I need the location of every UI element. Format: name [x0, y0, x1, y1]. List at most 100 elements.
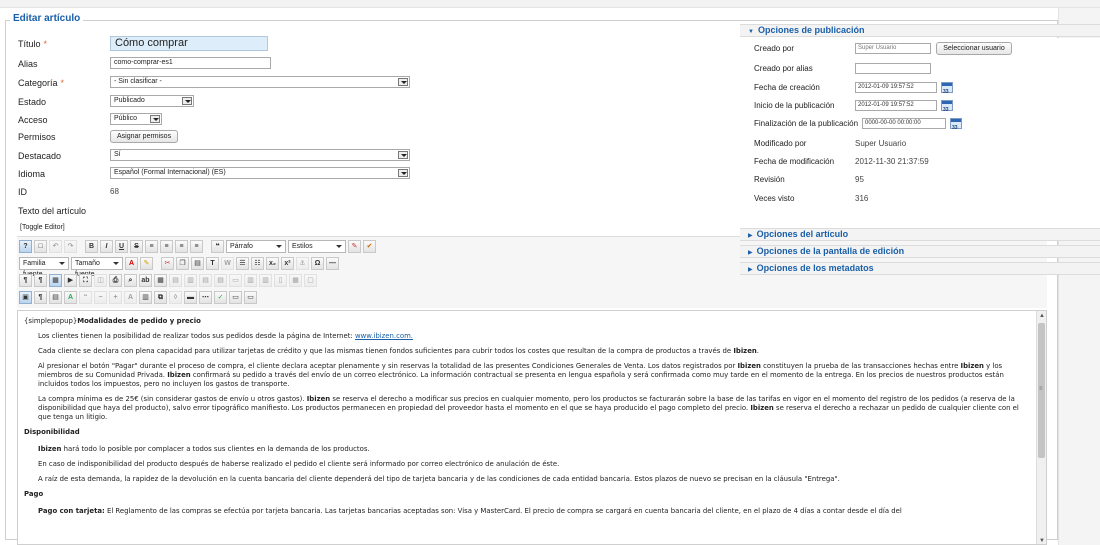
move-forward-icon[interactable]: ◊ — [169, 291, 182, 304]
numbered-list-icon[interactable]: ☷ — [251, 257, 264, 270]
insert-row-before-icon[interactable]: ▤ — [199, 274, 212, 287]
cleanup-icon[interactable]: ✔ — [363, 240, 376, 253]
media-icon[interactable]: ▶ — [64, 274, 77, 287]
bullet-list-icon[interactable]: ☰ — [236, 257, 249, 270]
delete-col-icon[interactable]: ▯ — [274, 274, 287, 287]
template-icon[interactable]: ▥ — [139, 291, 152, 304]
special-char-icon[interactable]: Ω — [311, 257, 324, 270]
redo-icon[interactable]: ↷ — [64, 240, 77, 253]
font-family-select[interactable]: Familia fuente — [19, 257, 69, 278]
undo-icon[interactable]: ↶ — [49, 240, 62, 253]
calendar-icon[interactable] — [941, 82, 953, 98]
print-icon[interactable]: ⎙ — [109, 274, 122, 287]
blockquote-icon[interactable]: ❝ — [211, 240, 224, 253]
fullscreen-icon[interactable]: ⛶ — [79, 274, 92, 287]
show-blocks-icon[interactable]: ¶ — [34, 291, 47, 304]
article-options-header[interactable]: ▶ Opciones del artículo — [740, 228, 1100, 241]
category-select[interactable]: - Sin clasificar - — [110, 76, 410, 88]
editor-scrollbar[interactable]: ▲ ≡ ▼ — [1036, 311, 1046, 544]
paste-word-icon[interactable]: W — [221, 257, 234, 270]
scroll-down-icon[interactable]: ▼ — [1037, 536, 1046, 544]
highlight-icon[interactable]: ✎ — [140, 257, 153, 270]
rtl-icon[interactable]: ¶ — [34, 274, 47, 287]
image-icon[interactable]: ▦ — [49, 274, 62, 287]
cite-icon[interactable]: “ — [79, 291, 92, 304]
table-cell-props-icon[interactable]: ▥ — [184, 274, 197, 287]
format-select[interactable]: Párrafo — [226, 240, 286, 253]
insert-table-icon[interactable]: ▦ — [154, 274, 167, 287]
subscript-icon[interactable]: x₂ — [266, 257, 279, 270]
visual-aid-icon[interactable]: ▣ — [19, 291, 32, 304]
title-input[interactable]: Cómo comprar — [110, 36, 268, 51]
access-select[interactable]: Público — [110, 113, 162, 125]
style-props-icon[interactable]: ▬ — [184, 291, 197, 304]
assign-permissions-button[interactable]: Asignar permisos — [110, 130, 179, 143]
metadata-options-header[interactable]: ▶ Opciones de los metadatos — [740, 262, 1100, 275]
select-user-button[interactable]: Seleccionar usuario — [936, 42, 1012, 55]
help-icon[interactable]: ? — [19, 240, 32, 253]
strikethrough-icon[interactable]: S — [130, 240, 143, 253]
calendar-icon[interactable] — [941, 100, 953, 116]
featured-select[interactable]: Sí — [110, 149, 410, 161]
website-link[interactable]: www.ibizen.com. — [355, 332, 413, 340]
created-date-input[interactable]: 2012-01-09 19:57:52 — [855, 82, 937, 93]
id-label: ID — [18, 187, 27, 197]
insert-col-after-icon[interactable]: ▥ — [259, 274, 272, 287]
bold-icon[interactable]: B — [85, 240, 98, 253]
clean-icon[interactable]: ✎ — [348, 240, 361, 253]
insert-row-after-icon[interactable]: ▤ — [214, 274, 227, 287]
font-size-select[interactable]: Tamaño fuente — [71, 257, 123, 278]
editor-content-area[interactable]: {simplepopup}Modalidades de pedido y pre… — [17, 310, 1047, 545]
align-left-icon[interactable]: ≡ — [145, 240, 158, 253]
attributes-icon[interactable]: A — [124, 291, 137, 304]
cut-icon[interactable]: ✂ — [161, 257, 174, 270]
code-view-icon[interactable]: ▭ — [244, 291, 257, 304]
horizontal-rule-icon[interactable]: — — [326, 257, 339, 270]
table-row-props-icon[interactable]: ▤ — [169, 274, 182, 287]
underline-icon[interactable]: U — [115, 240, 128, 253]
publish-down-input[interactable]: 0000-00-00 00:00:00 — [862, 118, 946, 129]
ins-icon[interactable]: + — [109, 291, 122, 304]
insert-col-before-icon[interactable]: ▥ — [244, 274, 257, 287]
italic-icon[interactable]: I — [100, 240, 113, 253]
delete-row-icon[interactable]: ▭ — [229, 274, 242, 287]
publication-options-header[interactable]: ▼ Opciones de publicación — [740, 24, 1100, 37]
split-cells-icon[interactable]: ▦ — [289, 274, 302, 287]
language-select[interactable]: Español (Formal Internacional) (ES) — [110, 167, 410, 179]
copy-icon[interactable]: ❐ — [176, 257, 189, 270]
styles-select[interactable]: Estilos — [288, 240, 346, 253]
insert-date-icon[interactable]: ▤ — [49, 291, 62, 304]
preview-icon[interactable]: ◫ — [94, 274, 107, 287]
paste-text-icon[interactable]: T — [206, 257, 219, 270]
created-by-input[interactable]: Super Usuario — [855, 43, 931, 54]
alias-input[interactable]: como-comprar-es1 — [110, 57, 271, 69]
insert-layer-icon[interactable]: ⧉ — [154, 291, 167, 304]
ltr-icon[interactable]: ¶ — [19, 274, 32, 287]
publish-up-label: Inicio de la publicación — [754, 101, 835, 110]
spellcheck-icon[interactable]: ✓ — [214, 291, 227, 304]
calendar-icon[interactable] — [950, 118, 962, 134]
state-select[interactable]: Publicado — [110, 95, 194, 107]
scroll-up-icon[interactable]: ▲ — [1037, 311, 1046, 321]
superscript-icon[interactable]: x² — [281, 257, 294, 270]
created-by-alias-input[interactable] — [855, 63, 931, 74]
align-center-icon[interactable]: ≡ — [160, 240, 173, 253]
publish-up-input[interactable]: 2012-01-09 19:57:52 — [855, 100, 937, 111]
anchor-icon[interactable]: ⚓ — [296, 257, 309, 270]
text-color-icon[interactable]: A — [125, 257, 138, 270]
merge-cells-icon[interactable]: ▢ — [304, 274, 317, 287]
del-icon[interactable]: − — [94, 291, 107, 304]
row-estado: Estado Publicado — [18, 95, 318, 109]
align-right-icon[interactable]: ≡ — [175, 240, 188, 253]
find-icon[interactable]: ⌕ — [124, 274, 137, 287]
toggle-editor-link[interactable]: [Toggle Editor] — [20, 224, 65, 231]
paste-icon[interactable]: ▤ — [191, 257, 204, 270]
row-revision: Revisión 95 — [754, 174, 1094, 186]
abbr-icon[interactable]: A — [64, 291, 77, 304]
pagebreak-icon[interactable]: ▭ — [229, 291, 242, 304]
replace-icon[interactable]: ab — [139, 274, 152, 287]
edit-screen-options-header[interactable]: ▶ Opciones de la pantalla de edición — [740, 245, 1100, 258]
readmore-icon[interactable]: ⋯ — [199, 291, 212, 304]
align-justify-icon[interactable]: ≡ — [190, 240, 203, 253]
new-doc-icon[interactable]: □ — [34, 240, 47, 253]
